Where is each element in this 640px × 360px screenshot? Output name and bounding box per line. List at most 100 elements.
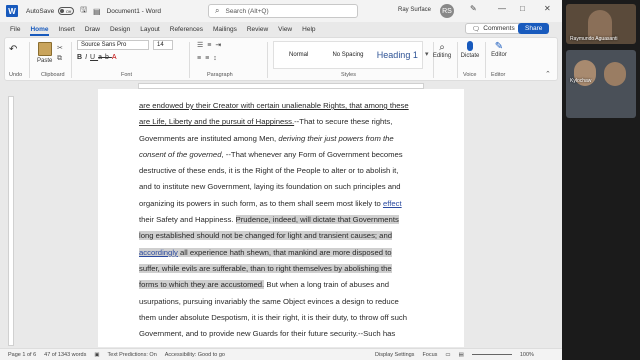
proofing-icon[interactable]: ▣ (94, 352, 99, 358)
clipboard-group-label: Clipboard (41, 72, 65, 78)
close-icon[interactable]: ✕ (544, 4, 551, 13)
document-icon: ▤ (93, 6, 101, 16)
document-body[interactable]: are endowed by their Creator with certai… (139, 98, 429, 342)
document-line[interactable]: forms to which they are accustomed. But … (139, 277, 429, 293)
document-line[interactable]: organizing its powers in such form, as t… (139, 196, 429, 212)
document-line[interactable]: them under absolute Despotism, it is the… (139, 310, 429, 326)
vertical-ruler[interactable] (8, 96, 14, 346)
search-icon: ⌕ (215, 6, 220, 15)
cut-icon[interactable]: ✂ (57, 44, 63, 52)
title-bar: W AutoSave Off 🖫 ▤ Document1 - Word ⌕ Se… (0, 0, 562, 22)
document-line[interactable]: long established should not be changed f… (139, 228, 429, 244)
document-line[interactable]: their Safety and Happiness. Prudence, in… (139, 212, 429, 228)
styles-group-label: Styles (341, 72, 356, 78)
ribbon-tabs: File Home Insert Draw Design Layout Refe… (0, 22, 562, 36)
participant-video (604, 62, 626, 86)
text-predictions[interactable]: Text Predictions: On (108, 352, 157, 358)
text-run: suffer, while evils are sufferable, than… (139, 263, 392, 273)
editor-icon: ✎ (494, 41, 504, 52)
document-line[interactable]: are Life, Liberty and the pursuit of Hap… (139, 114, 429, 130)
editor-button[interactable]: ✎ Editor (487, 41, 511, 58)
tab-insert[interactable]: Insert (59, 26, 75, 33)
share-button[interactable]: Share (518, 23, 550, 34)
tab-layout[interactable]: Layout (140, 26, 160, 33)
text-run: are Life, Liberty and the pursuit of Hap… (139, 117, 295, 127)
font-size-select[interactable]: 14 (153, 40, 173, 50)
ribbon-separator (71, 42, 72, 78)
document-line[interactable]: and to institute new Government, laying … (139, 179, 429, 195)
tab-mailings[interactable]: Mailings (213, 26, 237, 33)
text-run: them under absolute Despotism, it is the… (139, 312, 408, 322)
paste-button[interactable]: Paste (37, 42, 52, 64)
zoom-level[interactable]: 100% (520, 352, 534, 358)
feedback-icon[interactable]: ✎ (470, 4, 477, 13)
indent-icon[interactable]: ⇥ (215, 42, 225, 49)
bullets-icon[interactable]: ☰ (197, 42, 207, 49)
font-name-select[interactable]: Source Sans Pro (77, 40, 149, 50)
tab-design[interactable]: Design (110, 26, 130, 33)
document-line[interactable]: consent of the governed, --That whenever… (139, 147, 429, 163)
undo-group-label: Undo (9, 72, 23, 78)
accessibility-status[interactable]: Accessibility: Good to go (165, 352, 225, 358)
text-run: effect (382, 198, 402, 208)
tab-review[interactable]: Review (247, 26, 268, 33)
copy-icon[interactable]: ⧉ (57, 55, 62, 63)
display-settings[interactable]: Display Settings (375, 352, 414, 358)
focus-button[interactable]: Focus (422, 352, 437, 358)
line-spacing-icon[interactable]: ↕ (213, 55, 221, 62)
editing-button[interactable]: ⌕ Editing (431, 42, 453, 59)
text-run: Government, and to provide new Guards fo… (139, 329, 396, 339)
comment-icon: 🗨 (472, 25, 481, 33)
collapse-ribbon-icon[interactable]: ⌃ (545, 70, 551, 78)
tab-help[interactable]: Help (302, 26, 315, 33)
search-box[interactable]: ⌕ Search (Alt+Q) (208, 4, 358, 18)
text-run: long established should not be changed f… (139, 231, 393, 241)
document-line[interactable]: suffer, while evils are sufferable, than… (139, 261, 429, 277)
underline-icon[interactable]: U (90, 54, 98, 61)
document-line[interactable]: destructive of these ends, it is the Rig… (139, 163, 429, 179)
dictate-button[interactable]: Dictate (457, 41, 483, 59)
comments-button[interactable]: 🗨 Comments (465, 23, 522, 34)
print-layout-icon[interactable]: ▤ (459, 352, 464, 358)
style-normal[interactable]: Normal (274, 42, 323, 68)
page-count[interactable]: Page 1 of 6 (8, 352, 36, 358)
document-page[interactable]: are endowed by their Creator with certai… (98, 89, 464, 347)
save-icon[interactable]: 🖫 (80, 4, 87, 18)
style-heading-1[interactable]: Heading 1 (373, 42, 422, 68)
document-line[interactable]: Government, and to provide new Guards fo… (139, 326, 429, 342)
tab-file[interactable]: File (10, 26, 20, 33)
editor-label: Editor (491, 52, 507, 58)
tab-references[interactable]: References (170, 26, 203, 33)
undo-button[interactable]: ↶ (9, 44, 17, 55)
font-color-icon[interactable]: A (112, 54, 120, 61)
text-run: are endowed by their Creator with certai… (139, 101, 409, 110)
read-mode-icon[interactable]: ▭ (445, 352, 450, 358)
participant-tile[interactable]: Kylochaw (566, 50, 636, 118)
text-run: usurpations, pursuing invariably the sam… (139, 296, 399, 306)
status-bar: Page 1 of 6 47 of 1343 words ▣ Text Pred… (0, 348, 562, 360)
align-center-icon[interactable]: ≡ (205, 55, 213, 62)
participant-tile[interactable]: Raymundo Aguasanti (566, 4, 636, 44)
styles-more-icon[interactable]: ▾ (425, 50, 429, 58)
tab-draw[interactable]: Draw (85, 26, 100, 33)
word-count[interactable]: 47 of 1343 words (44, 352, 86, 358)
maximize-icon[interactable]: □ (520, 4, 525, 13)
tab-view[interactable]: View (278, 26, 292, 33)
document-line[interactable]: accordingly all experience hath shewn, t… (139, 245, 429, 261)
style-no-spacing[interactable]: No Spacing (323, 42, 372, 68)
user-name[interactable]: Ray Surface (398, 7, 431, 13)
clipboard-icon (37, 42, 52, 56)
zoom-slider[interactable] (471, 354, 512, 355)
microphone-icon (467, 41, 473, 51)
document-line[interactable]: are endowed by their Creator with certai… (139, 98, 429, 114)
document-line[interactable]: Governments are instituted among Men, de… (139, 131, 429, 147)
strikethrough-icon[interactable]: ab (98, 54, 112, 61)
bold-icon[interactable]: B (77, 54, 85, 61)
align-left-icon[interactable]: ≡ (197, 55, 205, 62)
document-line[interactable]: usurpations, pursuing invariably the sam… (139, 294, 429, 310)
autosave-toggle[interactable]: Off (58, 7, 75, 15)
tab-home[interactable]: Home (30, 26, 49, 36)
text-run: , --That whenever any Form of Government… (221, 149, 403, 159)
minimize-icon[interactable]: — (498, 4, 506, 13)
user-avatar[interactable]: RS (440, 4, 454, 18)
